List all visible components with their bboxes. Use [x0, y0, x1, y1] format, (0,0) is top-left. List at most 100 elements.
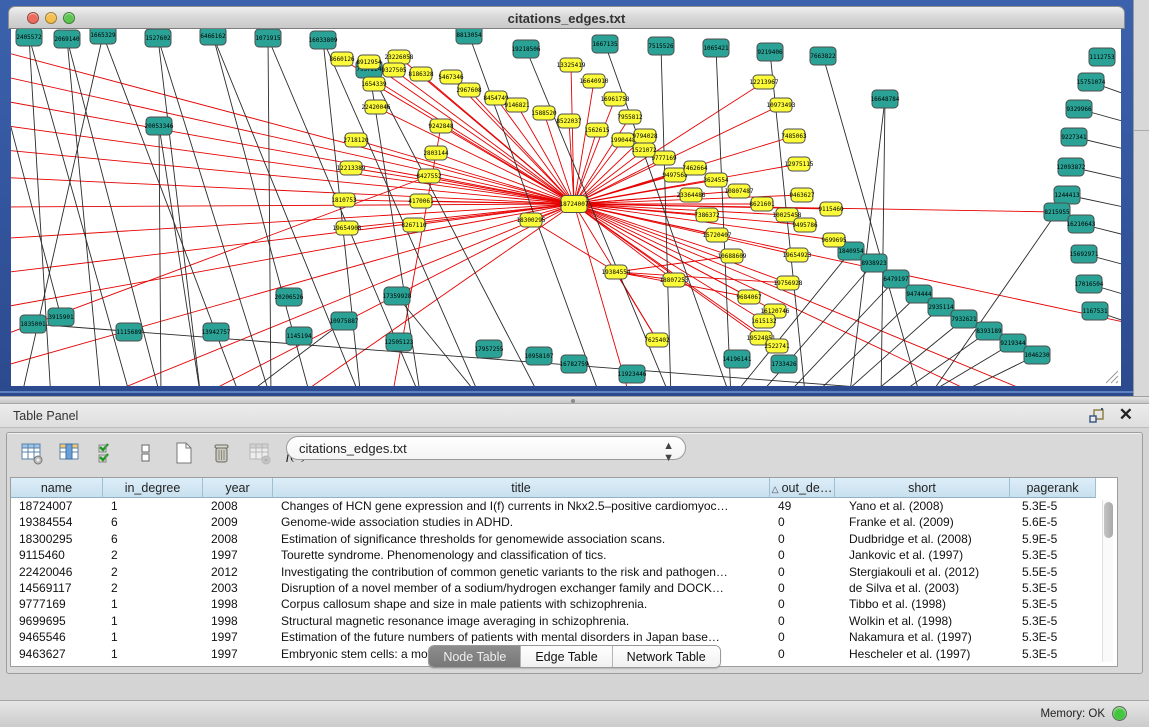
graph-node-teal[interactable]: 8215955: [1044, 203, 1070, 221]
graph-node-yellow[interactable]: 7462664: [682, 161, 708, 175]
citation-edge-black[interactable]: [29, 37, 51, 386]
column-header-out_degree[interactable]: △out_de…: [770, 478, 835, 498]
graph-node-teal[interactable]: 7663822: [810, 47, 836, 65]
graph-node-yellow[interactable]: 2718120: [343, 133, 369, 147]
column-header-in_degree[interactable]: in_degree: [103, 478, 203, 498]
graph-node-yellow[interactable]: 8186328: [408, 67, 434, 81]
graph-node-teal[interactable]: 1046230: [1024, 346, 1050, 364]
tab-network-table[interactable]: Network Table: [613, 646, 720, 667]
graph-node-yellow[interactable]: 18807253: [660, 273, 689, 287]
table-row[interactable]: 1872400712008Changes of HCN gene express…: [11, 498, 1096, 514]
graph-node-teal[interactable]: 14196141: [723, 350, 752, 368]
graph-node-yellow[interactable]: 9699695: [821, 233, 847, 247]
table-row[interactable]: 1456911722003Disruption of a novel membe…: [11, 580, 1096, 596]
graph-node-teal[interactable]: 1145194: [286, 327, 312, 345]
graph-node-teal[interactable]: 12093872: [1057, 158, 1086, 176]
citation-edge-black[interactable]: [11, 59, 61, 317]
citation-edge-red[interactable]: [574, 204, 1121, 324]
citation-edge-black[interactable]: [268, 38, 271, 386]
graph-node-teal[interactable]: 1112753: [1089, 48, 1115, 66]
graph-node-teal[interactable]: 15692971: [1070, 245, 1099, 263]
table-row[interactable]: 1938455462009Genome-wide association stu…: [11, 514, 1096, 530]
graph-node-teal[interactable]: 7932621: [951, 310, 977, 328]
graph-node-yellow[interactable]: 19384554: [602, 265, 631, 279]
graph-node-teal[interactable]: 17957255: [475, 340, 504, 358]
graph-node-yellow[interactable]: 7386372: [694, 208, 720, 222]
scrollbar-thumb[interactable]: [1104, 502, 1113, 538]
graph-node-yellow[interactable]: 18300295: [517, 213, 546, 227]
graph-node-yellow[interactable]: 5467346: [438, 70, 464, 84]
graph-node-yellow[interactable]: 10688609: [718, 249, 747, 263]
graph-node-yellow[interactable]: 8621601: [749, 197, 775, 211]
graph-node-teal[interactable]: 1667135: [592, 35, 618, 53]
citation-edge-black[interactable]: [831, 307, 941, 386]
graph-node-yellow[interactable]: 9327505: [381, 63, 407, 77]
graph-node-yellow[interactable]: 16961758: [601, 92, 630, 106]
graph-node-teal[interactable]: 9219344: [1000, 334, 1026, 352]
graph-node-teal[interactable]: 20206526: [275, 288, 304, 306]
graph-node-yellow[interactable]: 8660126: [329, 52, 355, 66]
graph-node-yellow[interactable]: 2522741: [764, 339, 790, 353]
graph-node-teal[interactable]: 7515526: [648, 37, 674, 55]
graph-node-yellow[interactable]: 19756928: [774, 276, 803, 290]
network-canvas[interactable]: 2405572206914016653291527602646616210719…: [11, 29, 1121, 386]
graph-node-teal[interactable]: 9219406: [757, 43, 783, 61]
graph-node-teal[interactable]: 13942757: [202, 323, 231, 341]
graph-node-teal[interactable]: 10958107: [525, 347, 554, 365]
graph-node-yellow[interactable]: 18724007: [560, 196, 589, 213]
graph-node-yellow[interactable]: 22420046: [362, 100, 391, 114]
citation-edge-black[interactable]: [906, 343, 1013, 386]
graph-node-teal[interactable]: 2069140: [54, 30, 80, 48]
graph-node-teal[interactable]: 12505123: [385, 333, 414, 351]
graph-node-yellow[interactable]: 19654923: [783, 248, 812, 262]
graph-node-teal[interactable]: 1065421: [703, 39, 729, 57]
graph-node-yellow[interactable]: 8522037: [556, 114, 582, 128]
citation-edge-black[interactable]: [881, 331, 989, 386]
graph-node-teal[interactable]: 16210643: [1067, 215, 1096, 233]
citation-edge-red[interactable]: [11, 149, 574, 204]
graph-node-teal[interactable]: 16782759: [560, 355, 589, 373]
graph-node-yellow[interactable]: 9463627: [789, 188, 815, 202]
graph-node-yellow[interactable]: 2967608: [456, 83, 482, 97]
graph-node-teal[interactable]: 16033809: [309, 31, 338, 49]
citation-edge-red[interactable]: [574, 191, 739, 204]
graph-node-yellow[interactable]: 3624554: [703, 173, 729, 187]
graph-node-yellow[interactable]: 7955812: [617, 110, 643, 124]
table-row[interactable]: 977716911998Corpus callosum shape and si…: [11, 596, 1096, 612]
graph-node-yellow[interactable]: 9495786: [792, 218, 818, 232]
resize-grip[interactable]: [1103, 368, 1119, 384]
graph-node-yellow[interactable]: 1521072: [631, 143, 657, 157]
graph-node-teal[interactable]: 17359928: [383, 287, 412, 305]
network-window-titlebar[interactable]: citations_edges.txt: [8, 6, 1125, 29]
column-header-year[interactable]: year: [203, 478, 273, 498]
graph-node-yellow[interactable]: 1810753: [331, 193, 357, 207]
graph-node-yellow[interactable]: 16640910: [580, 74, 609, 88]
graph-node-yellow[interactable]: 8267110: [401, 218, 427, 232]
citation-edge-red[interactable]: [574, 81, 594, 204]
column-header-name[interactable]: name: [11, 478, 103, 498]
graph-node-teal[interactable]: 8813054: [456, 29, 482, 44]
graph-node-teal[interactable]: 9329966: [1066, 100, 1092, 118]
graph-node-teal[interactable]: 1167531: [1082, 302, 1108, 320]
graph-node-teal[interactable]: 16648784: [871, 90, 900, 108]
graph-node-yellow[interactable]: 7625402: [644, 333, 670, 347]
graph-node-teal[interactable]: 8393189: [976, 322, 1002, 340]
graph-node-teal[interactable]: 1244413: [1054, 186, 1080, 204]
graph-node-teal[interactable]: 1665329: [90, 29, 116, 44]
graph-node-teal[interactable]: 9227341: [1061, 128, 1087, 146]
graph-node-teal[interactable]: 6479197: [883, 270, 909, 288]
graph-node-yellow[interactable]: 8427552: [416, 169, 442, 183]
graph-node-yellow[interactable]: 12213389: [337, 161, 366, 175]
graph-node-yellow[interactable]: 8912954: [356, 55, 382, 69]
new-file-icon[interactable]: [172, 441, 196, 470]
table-row[interactable]: 1830029562008Estimation of significance …: [11, 531, 1096, 547]
citation-edge-black[interactable]: [67, 39, 161, 386]
graph-node-yellow[interactable]: 1562615: [584, 123, 610, 137]
citation-edge-red[interactable]: [11, 204, 574, 239]
citation-edge-black[interactable]: [856, 319, 964, 386]
table-settings-icon[interactable]: [20, 441, 44, 470]
graph-node-yellow[interactable]: 1588520: [531, 106, 557, 120]
row-boxes-icon[interactable]: [134, 441, 158, 470]
table-row[interactable]: 946554611997Estimation of the future num…: [11, 629, 1096, 645]
graph-node-teal[interactable]: 19218506: [512, 40, 541, 58]
